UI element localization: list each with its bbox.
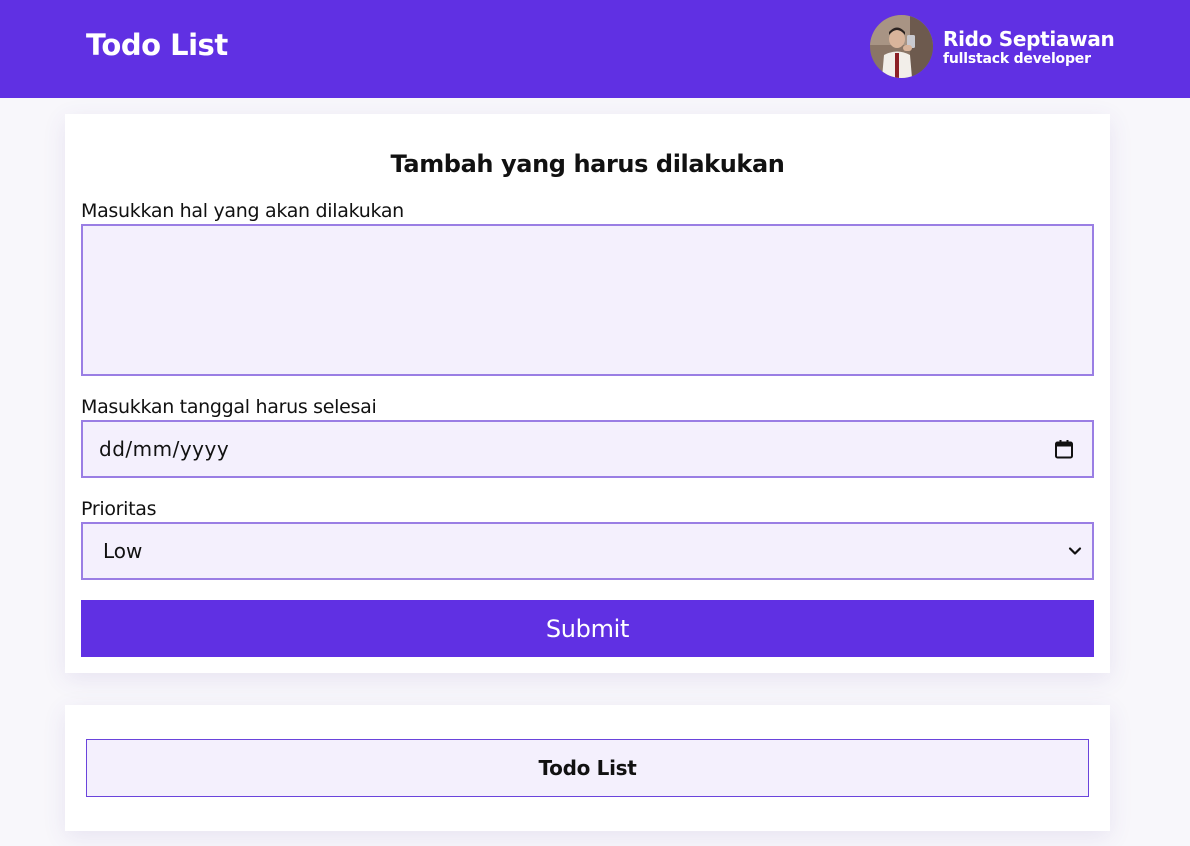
priority-selected-value: Low [103, 539, 143, 563]
task-input[interactable] [81, 224, 1094, 376]
todo-list-header: Todo List [86, 739, 1089, 797]
avatar-photo [870, 15, 933, 78]
form-title: Tambah yang harus dilakukan [390, 150, 785, 178]
top-bar: Todo List Rido Septiawan fullstack devel… [0, 0, 1190, 98]
add-todo-form: Tambah yang harus dilakukan Masukkan hal… [65, 114, 1110, 673]
due-date-placeholder: dd/mm/yyyy [99, 437, 230, 461]
avatar[interactable] [870, 15, 933, 78]
profile-role: fullstack developer [943, 50, 1091, 67]
due-date-label: Masukkan tanggal harus selesai [81, 396, 377, 418]
profile-text: Rido Septiawan fullstack developer [943, 26, 1115, 67]
chevron-down-icon [1068, 547, 1082, 555]
due-date-input[interactable]: dd/mm/yyyy [81, 420, 1094, 478]
priority-select[interactable]: Low [81, 522, 1094, 580]
todo-list-panel: Todo List [65, 705, 1110, 831]
app-title: Todo List [86, 28, 228, 62]
submit-button[interactable]: Submit [81, 600, 1094, 657]
profile-name: Rido Septiawan [943, 26, 1115, 51]
task-label: Masukkan hal yang akan dilakukan [81, 200, 404, 222]
calendar-icon[interactable] [1054, 439, 1074, 459]
priority-label: Prioritas [81, 498, 157, 520]
user-profile[interactable]: Rido Septiawan fullstack developer [870, 15, 1115, 78]
